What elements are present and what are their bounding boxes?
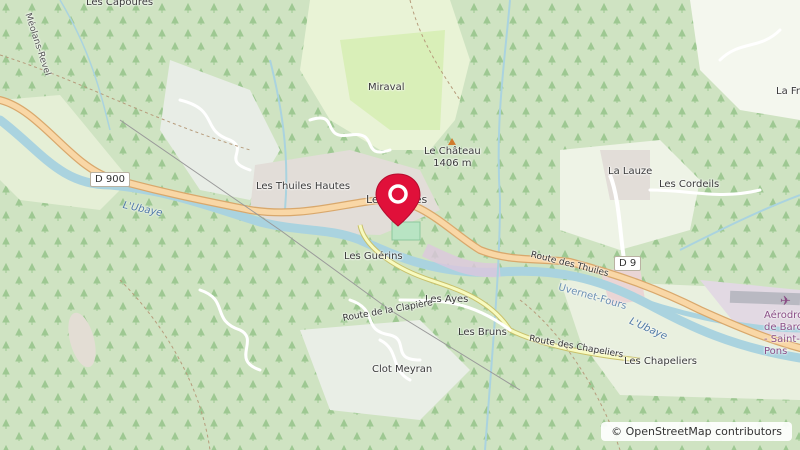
- airport-label-line4: Pons: [764, 346, 788, 357]
- place-label-miraval: Miraval: [368, 82, 405, 93]
- place-label-la-fr: La Fr: [776, 86, 800, 97]
- road-shield-d900: D 900: [90, 172, 130, 187]
- peak-icon: [448, 138, 457, 145]
- place-label-les-guerins: Les Guérins: [344, 251, 403, 262]
- airport-label-line3: - Saint-: [764, 334, 800, 345]
- airport-label-line2: de Barcelo: [764, 322, 800, 333]
- airport-icon: ✈: [780, 294, 791, 309]
- location-marker-pin[interactable]: [372, 172, 424, 228]
- place-label-les-chapeliers: Les Chapeliers: [624, 356, 697, 367]
- place-label-les-bruns: Les Bruns: [458, 327, 507, 338]
- peak-label: Le Château 1406 m: [424, 138, 481, 170]
- place-label-les-capoures: Les Capoures: [86, 0, 154, 8]
- airport-label-line1: Aérodro: [764, 310, 800, 321]
- map-view[interactable]: Les Capoures Miraval Les Thuiles Hautes …: [0, 0, 800, 450]
- place-label-clot-meyran: Clot Meyran: [372, 364, 433, 375]
- place-label-la-lauze: La Lauze: [608, 166, 653, 177]
- place-label-les-cordeils: Les Cordeils: [659, 179, 720, 190]
- airport-label: Aérodro de Barcelo - Saint- Pons: [764, 310, 800, 358]
- peak-elevation: 1406 m: [433, 158, 472, 169]
- road-shield-d9: D 9: [614, 256, 642, 271]
- map-attribution[interactable]: © OpenStreetMap contributors: [601, 422, 792, 441]
- place-label-les-thuiles-hautes: Les Thuiles Hautes: [256, 181, 351, 192]
- peak-name: Le Château: [424, 146, 481, 157]
